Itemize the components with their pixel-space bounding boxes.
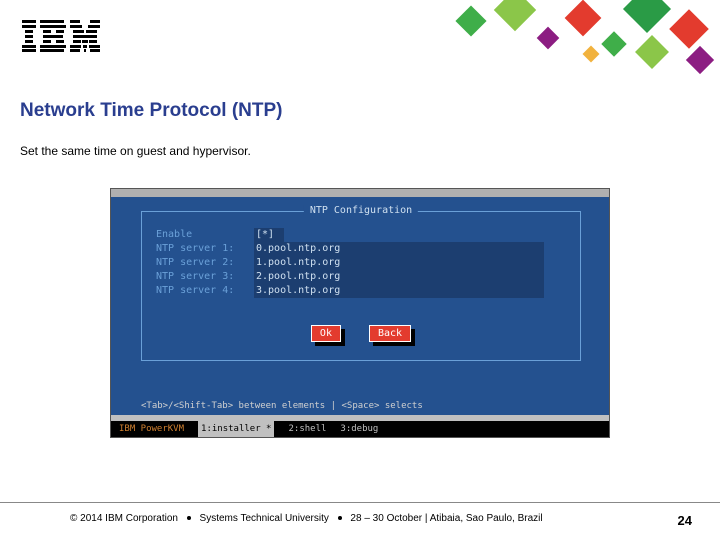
server-input[interactable]: 1.pool.ntp.org [254,256,544,270]
ntp-config-dialog: NTP Configuration Enable [*] NTP server … [141,211,581,361]
tab-installer[interactable]: 1:installer * [198,421,274,437]
server-input[interactable]: 3.pool.ntp.org [254,284,544,298]
ok-button[interactable]: Ok [311,325,341,342]
event-dates: 28 – 30 October | Atibaia, Sao Paulo, Br… [350,513,542,524]
back-button[interactable]: Back [369,325,411,342]
nav-hint: <Tab>/<Shift-Tab> between elements | <Sp… [141,401,423,411]
product-name: IBM PowerKVM [119,421,184,437]
dialog-buttons: Ok Back [142,325,580,342]
server-label: NTP server 1: [156,242,254,256]
bullet-icon [338,516,342,520]
page-subtitle: Set the same time on guest and hyperviso… [20,144,720,158]
tab-debug[interactable]: 3:debug [340,421,378,437]
ibm-logo [22,20,102,52]
bullet-icon [187,516,191,520]
dialog-fields: Enable [*] NTP server 1: 0.pool.ntp.org … [156,228,544,298]
server-label: NTP server 3: [156,270,254,284]
enable-checkbox[interactable]: [*] [254,228,284,242]
footer-text: © 2014 IBM Corporation Systems Technical… [70,513,543,524]
page-title: Network Time Protocol (NTP) [20,100,720,122]
server-input[interactable]: 0.pool.ntp.org [254,242,544,256]
terminal-screenshot: NTP Configuration Enable [*] NTP server … [110,188,610,438]
server-label: NTP server 2: [156,256,254,270]
tab-shell[interactable]: 2:shell [288,421,326,437]
slide-footer: © 2014 IBM Corporation Systems Technical… [0,502,720,540]
titlebar-strip [111,189,609,197]
server-label: NTP server 4: [156,284,254,298]
copyright: © 2014 IBM Corporation [70,513,178,524]
enable-label: Enable [156,228,254,242]
slide-header [0,0,720,80]
status-bar: IBM PowerKVM 1:installer * 2:shell 3:deb… [111,421,609,437]
decorative-cubes [440,0,720,80]
server-input[interactable]: 2.pool.ntp.org [254,270,544,284]
page-number: 24 [678,513,692,528]
event-name: Systems Technical University [200,513,329,524]
dialog-title: NTP Configuration [304,205,418,216]
